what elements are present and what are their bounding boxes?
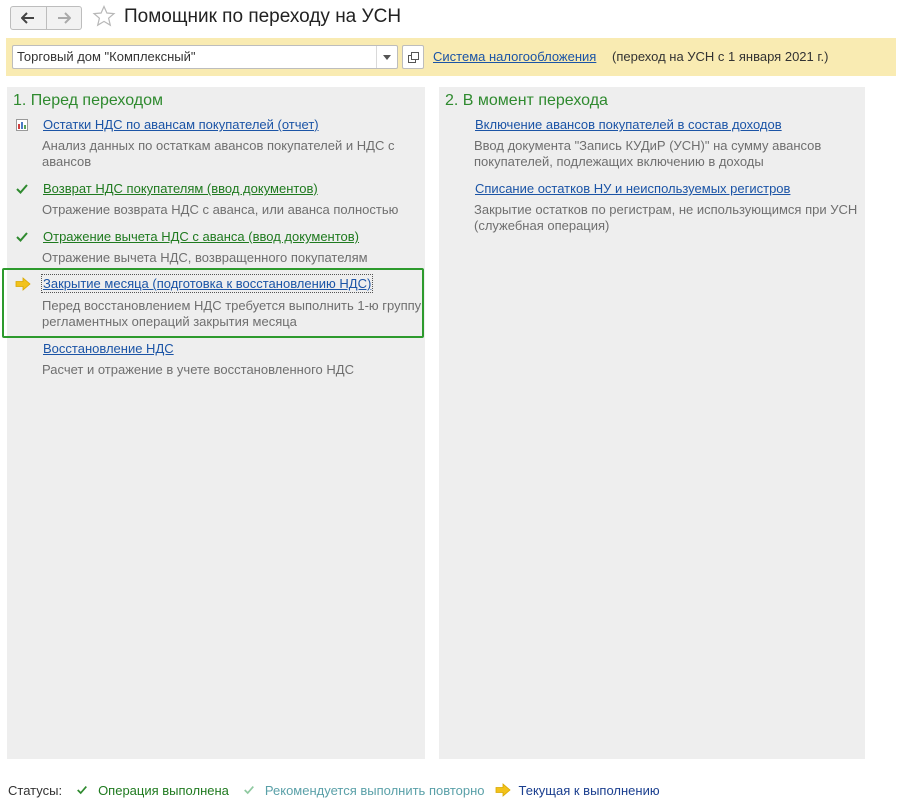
- title-bar: Помощник по переходу на УСН: [0, 0, 897, 36]
- list-item-description: Анализ данных по остаткам авансов покупа…: [42, 138, 394, 170]
- legend-label: Статусы:: [8, 782, 63, 798]
- arrow-left-icon: [21, 12, 35, 24]
- arrow-right-icon: [57, 12, 71, 24]
- organization-field[interactable]: Торговый дом "Комплексный": [12, 45, 398, 69]
- panel-title: 2. В момент перехода: [445, 92, 608, 109]
- legend-current: Текущая к выполнению: [518, 782, 660, 798]
- open-window-icon: [407, 51, 419, 63]
- top-form-bar: Торговый дом "Комплексный" Система налог…: [6, 38, 896, 76]
- description-line: Ввод документа "Запись КУДиР (УСН)" на с…: [474, 138, 822, 153]
- description-line: Закрытие остатков по регистрам, не испол…: [474, 202, 858, 217]
- report-icon: [16, 119, 28, 131]
- favorite-star-icon[interactable]: [92, 5, 116, 30]
- organization-value: Торговый дом "Комплексный": [17, 49, 196, 64]
- list-item-description: Отражение возврата НДС с аванса, или ава…: [42, 202, 398, 218]
- navigation-buttons: [10, 6, 82, 30]
- transition-note: (переход на УСН с 1 января 2021 г.): [612, 49, 829, 64]
- list-item-link[interactable]: Восстановление НДС: [43, 341, 174, 356]
- tax-system-link[interactable]: Система налогообложения: [433, 49, 596, 64]
- at-transition-panel: 2. В момент перехода Включение авансов п…: [439, 87, 865, 759]
- open-organization-button[interactable]: [402, 45, 424, 69]
- list-item-description: Отражение вычета НДС, возвращенного поку…: [42, 250, 368, 266]
- window-title: Помощник по переходу на УСН: [124, 6, 402, 27]
- status-legend: Статусы: Операция выполнена Рекомендуетс…: [8, 782, 660, 798]
- list-item-description: Закрытие остатков по регистрам, не испол…: [474, 202, 857, 234]
- list-item-link[interactable]: Отражение вычета НДС с аванса (ввод доку…: [43, 229, 359, 244]
- back-button[interactable]: [11, 7, 46, 29]
- description-line: Отражение вычета НДС, возвращенного поку…: [42, 250, 368, 265]
- before-transition-panel: 1. Перед переходом Остатки НДС по аванса…: [7, 87, 425, 759]
- description-line: Расчет и отражение в учете восстановленн…: [42, 362, 354, 377]
- checkmark-icon: [74, 783, 90, 797]
- checkmark-icon: [16, 232, 28, 242]
- list-item-link[interactable]: Включение авансов покупателей в состав д…: [475, 117, 782, 132]
- current-step-highlight: [2, 268, 424, 338]
- organization-dropdown-button[interactable]: [376, 46, 397, 68]
- description-line: Анализ данных по остаткам авансов покупа…: [42, 138, 395, 153]
- list-item-description: Ввод документа "Запись КУДиР (УСН)" на с…: [474, 138, 821, 170]
- forward-button[interactable]: [45, 7, 82, 29]
- legend-done: Операция выполнена: [98, 782, 229, 798]
- description-line: авансов: [42, 154, 92, 169]
- description-line: (служебная операция): [474, 218, 610, 233]
- list-item-link[interactable]: Возврат НДС покупателям (ввод документов…: [43, 181, 318, 196]
- chevron-down-icon: [383, 54, 391, 60]
- list-item-description: Расчет и отражение в учете восстановленн…: [42, 362, 354, 378]
- list-item-link[interactable]: Остатки НДС по авансам покупателей (отче…: [43, 117, 319, 132]
- description-line: покупателей, подлежащих включению в дохо…: [474, 154, 764, 169]
- legend-retry: Рекомендуется выполнить повторно: [264, 782, 485, 798]
- list-item-link[interactable]: Списание остатков НУ и неиспользуемых ре…: [475, 181, 790, 196]
- description-line: Отражение возврата НДС с аванса, или ава…: [42, 202, 399, 217]
- checkmark-light-icon: [241, 783, 257, 797]
- current-arrow-icon: [495, 783, 511, 797]
- panel-title: 1. Перед переходом: [13, 92, 164, 109]
- checkmark-icon: [16, 184, 28, 194]
